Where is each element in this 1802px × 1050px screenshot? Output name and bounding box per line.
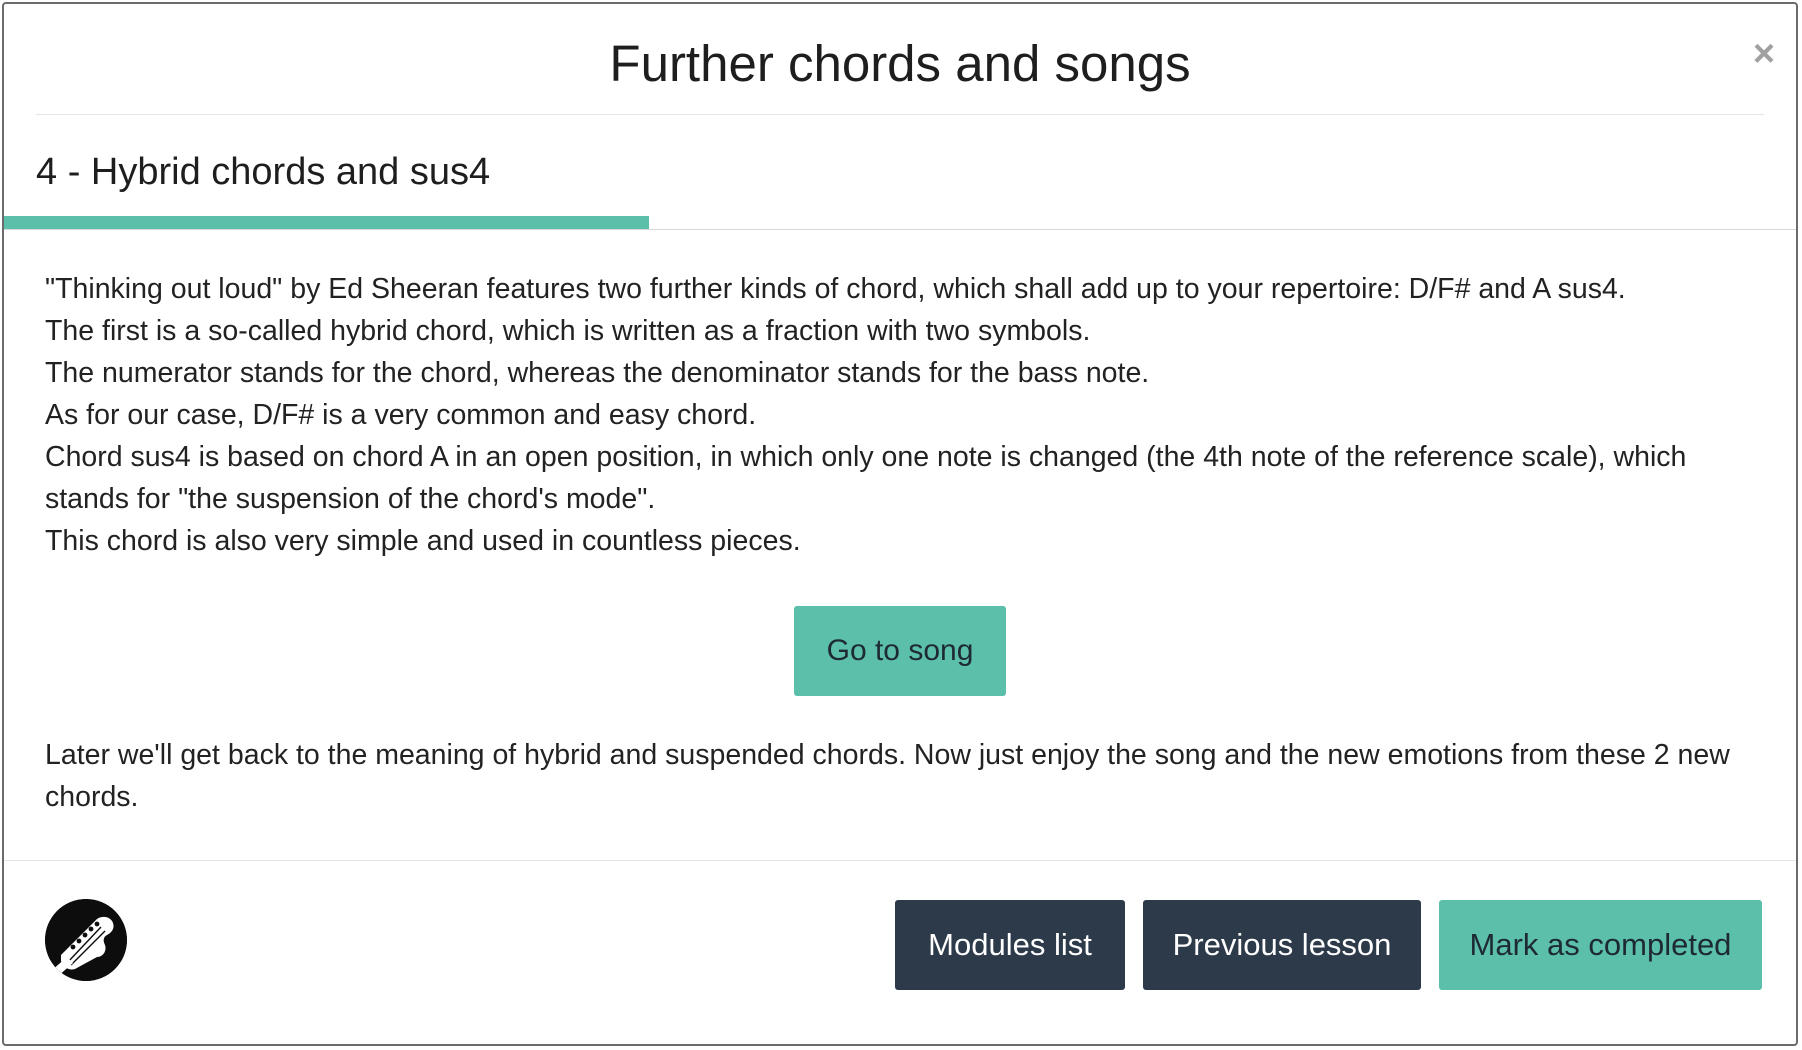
footer-divider bbox=[4, 860, 1796, 861]
mark-as-completed-button[interactable]: Mark as completed bbox=[1439, 900, 1762, 990]
lesson-closing-paragraph: Later we'll get back to the meaning of h… bbox=[45, 739, 1730, 813]
modal-header: Further chords and songs × bbox=[36, 4, 1775, 115]
guitar-headstock-icon-svg bbox=[45, 899, 127, 981]
go-to-song-button[interactable]: Go to song bbox=[794, 606, 1006, 696]
lesson-paragraph: "Thinking out loud" by Ed Sheeran featur… bbox=[45, 273, 1626, 305]
divider bbox=[4, 229, 1796, 230]
guitar-headstock-icon bbox=[45, 899, 127, 981]
previous-lesson-button[interactable]: Previous lesson bbox=[1143, 900, 1421, 990]
lesson-closing-text: Later we'll get back to the meaning of h… bbox=[45, 734, 1760, 818]
lesson-modal: Further chords and songs × 4 - Hybrid ch… bbox=[2, 2, 1798, 1046]
modules-list-button[interactable]: Modules list bbox=[895, 900, 1125, 990]
modal-title: Further chords and songs bbox=[609, 35, 1191, 92]
lesson-progress-fill bbox=[4, 216, 650, 230]
lesson-text: "Thinking out loud" by Ed Sheeran featur… bbox=[45, 268, 1760, 562]
lesson-paragraph: As for our case, D/F# is a very common a… bbox=[45, 399, 757, 431]
close-icon[interactable]: × bbox=[1744, 34, 1784, 74]
lesson-paragraph: This chord is also very simple and used … bbox=[45, 525, 801, 557]
lesson-progress-bar bbox=[4, 216, 1796, 230]
lesson-title: 4 - Hybrid chords and sus4 bbox=[36, 151, 491, 193]
song-button-container: Go to song bbox=[4, 606, 1796, 696]
lesson-paragraph: The first is a so-called hybrid chord, w… bbox=[45, 315, 1091, 347]
lesson-paragraph: The numerator stands for the chord, wher… bbox=[45, 357, 1150, 389]
lesson-paragraph: Chord sus4 is based on chord A in an ope… bbox=[45, 441, 1687, 515]
